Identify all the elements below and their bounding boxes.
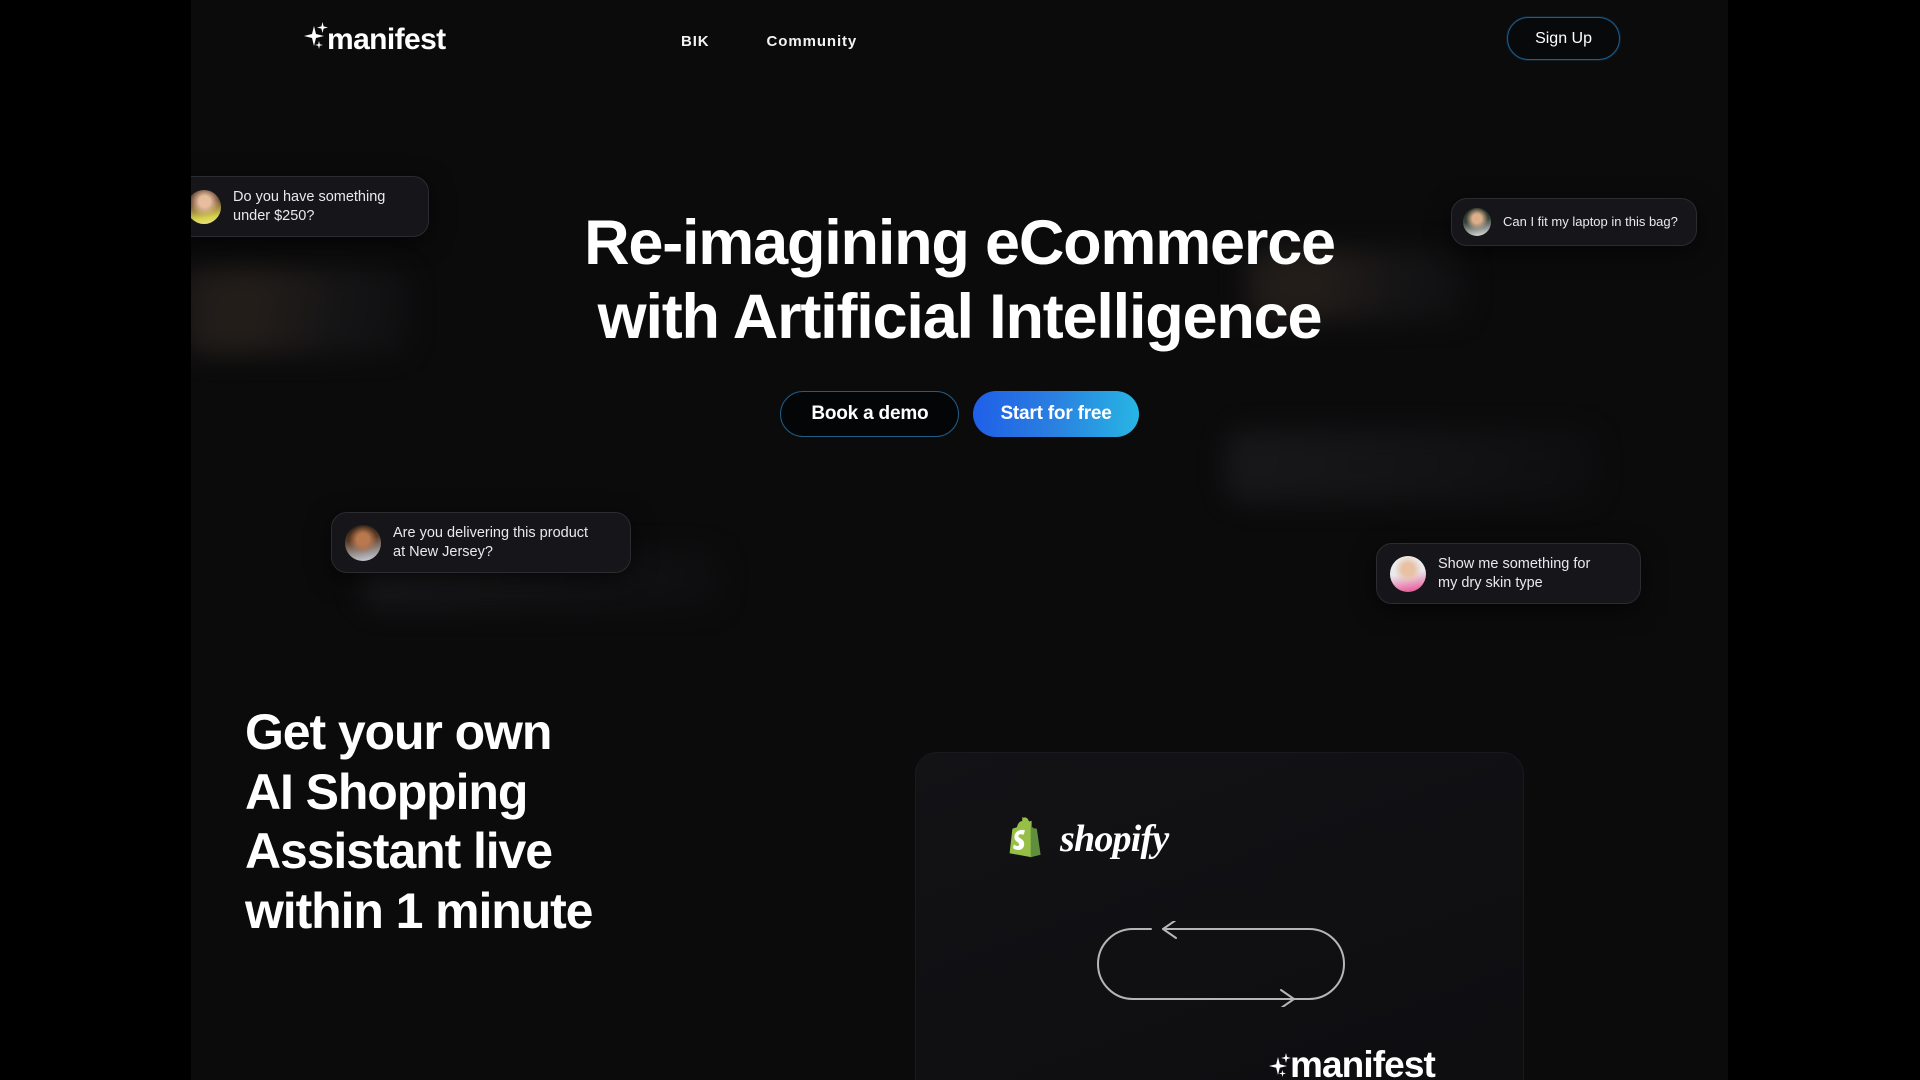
- chat-bubble-text: Can I fit my laptop in this bag?: [1503, 213, 1678, 229]
- manifest-logo-card: manifest: [1269, 1044, 1436, 1080]
- integration-card: shopify manifest: [915, 752, 1524, 1080]
- integration-section: Get your own AI Shopping Assistant live …: [191, 640, 1728, 1080]
- chat-bubble-delivery[interactable]: Are you delivering this product at New J…: [331, 512, 631, 574]
- avatar: [345, 524, 381, 561]
- sparkle-medium-icon: [317, 22, 328, 33]
- shopify-wordmark: shopify: [1060, 817, 1169, 860]
- sparkles-icon: [1269, 1053, 1293, 1080]
- sparkle-small-icon: [1279, 1070, 1286, 1077]
- avatar: [191, 189, 221, 224]
- manifest-wordmark: manifest: [1290, 1044, 1436, 1080]
- screenshot-viewport: manifest BIK Community Sign Up Re-imagin…: [0, 0, 1920, 1080]
- chat-bubble-skin-type[interactable]: Show me something for my dry skin type: [1376, 543, 1641, 605]
- hero-section: Re-imagining eCommerce with Artificial I…: [191, 0, 1728, 640]
- hero-title-line-2: with Artificial Intelligence: [597, 282, 1323, 353]
- nav-link-community[interactable]: Community: [767, 33, 858, 50]
- primary-navigation: BIK Community: [681, 0, 857, 82]
- brand-name: manifest: [327, 23, 446, 56]
- book-a-demo-button[interactable]: Book a demo: [780, 391, 960, 437]
- section-heading: Get your own AI Shopping Assistant live …: [245, 704, 594, 939]
- shopify-logo: shopify: [1009, 817, 1169, 860]
- brand-logo[interactable]: manifest: [304, 22, 446, 56]
- chat-bubble-text: Show me something for my dry skin type: [1438, 556, 1591, 591]
- landing-page: manifest BIK Community Sign Up Re-imagin…: [191, 0, 1728, 1080]
- avatar: [1390, 555, 1426, 592]
- nav-link-bik[interactable]: BIK: [681, 33, 710, 50]
- sparkle-large-icon: [304, 26, 324, 46]
- sparkles-icon: [304, 22, 330, 56]
- bidirectional-sync-loop-icon: [1091, 919, 1351, 1009]
- chat-bubble-budget[interactable]: Do you have something under $250?: [191, 176, 429, 238]
- chat-bubble-laptop[interactable]: Can I fit my laptop in this bag?: [1451, 198, 1697, 246]
- sparkle-small-icon: [315, 41, 323, 49]
- chat-bubble-text: Do you have something under $250?: [233, 189, 386, 224]
- chat-bubble-text: Are you delivering this product at New J…: [393, 525, 589, 560]
- avatar: [1463, 208, 1491, 236]
- decor-blurred-bubble-right-2: [1226, 430, 1596, 502]
- shopify-bag-icon: [1009, 817, 1047, 860]
- start-for-free-button[interactable]: Start for free: [973, 391, 1139, 437]
- sparkle-medium-icon: [1281, 1053, 1291, 1063]
- sparkle-large-icon: [1269, 1057, 1287, 1075]
- sign-up-button[interactable]: Sign Up: [1507, 17, 1620, 60]
- site-header: manifest BIK Community Sign Up: [191, 0, 1728, 82]
- hero-cta-group: Book a demo Start for free: [191, 391, 1728, 437]
